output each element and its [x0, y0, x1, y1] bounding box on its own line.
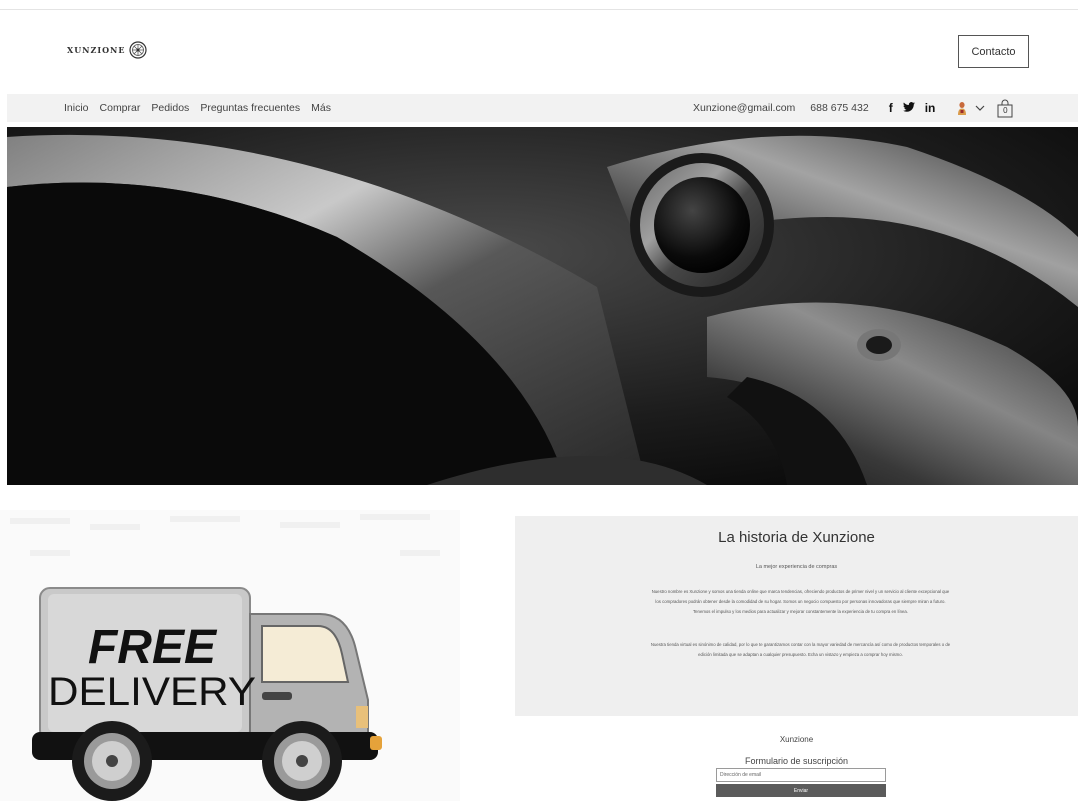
avatar[interactable]: [957, 101, 967, 115]
chevron-down-icon[interactable]: [975, 105, 985, 111]
wheel-logo-icon: [129, 41, 148, 59]
linkedin-icon[interactable]: in: [925, 101, 936, 115]
twitter-icon[interactable]: [902, 101, 915, 115]
free-delivery-image: FREE DELIVERY: [0, 510, 460, 801]
nav-links: Inicio Comprar Pedidos Preguntas frecuen…: [64, 94, 331, 122]
email-field[interactable]: [716, 768, 886, 782]
nav-email-link[interactable]: Xunzione@gmail.com: [693, 102, 795, 114]
nav-contact-info: Xunzione@gmail.com 688 675 432 f in 0: [693, 94, 1013, 122]
nav-item-inicio[interactable]: Inicio: [64, 102, 89, 114]
cart-count: 0: [1003, 106, 1008, 115]
nav-phone: 688 675 432: [810, 102, 869, 114]
story-title: La historia de Xunzione: [718, 529, 875, 546]
cart-button[interactable]: 0: [997, 98, 1013, 118]
submit-button[interactable]: Enviar: [716, 784, 886, 797]
story-paragraph-1: Nuestro nombre es Xunzione y somos una t…: [651, 589, 950, 614]
nav-bar: Inicio Comprar Pedidos Preguntas frecuen…: [7, 94, 1078, 122]
story-paragraph-2: Nuestra tienda virtual es sinónimo de ca…: [650, 642, 951, 657]
nav-item-comprar[interactable]: Comprar: [100, 102, 141, 114]
delivery-line-1: FREE: [88, 621, 218, 674]
social-links: f in: [889, 101, 936, 115]
footer-brand: Xunzione: [0, 735, 1078, 744]
site-logo[interactable]: XUNZIONE: [67, 41, 148, 59]
story-subtitle: La mejor experiencia de compras: [755, 564, 838, 570]
top-divider: [0, 9, 1078, 10]
nav-item-pedidos[interactable]: Pedidos: [151, 102, 189, 114]
nav-item-mas[interactable]: Más: [311, 102, 331, 114]
nav-item-preguntas-frecuentes[interactable]: Preguntas frecuentes: [200, 102, 300, 114]
delivery-truck-icon: FREE DELIVERY: [0, 510, 460, 801]
wheel-rim-image: [7, 127, 1078, 485]
footer-brand-label: Xunzione: [779, 735, 814, 744]
facebook-icon[interactable]: f: [889, 101, 893, 115]
logo-text: XUNZIONE: [67, 45, 126, 55]
contact-button[interactable]: Contacto: [958, 35, 1029, 68]
hero-image: [7, 127, 1078, 485]
subscription-form-title: Formulario de suscripción: [744, 756, 849, 766]
story-section: La historia de Xunzione La mejor experie…: [515, 516, 1078, 716]
delivery-line-2: DELIVERY: [48, 670, 256, 714]
